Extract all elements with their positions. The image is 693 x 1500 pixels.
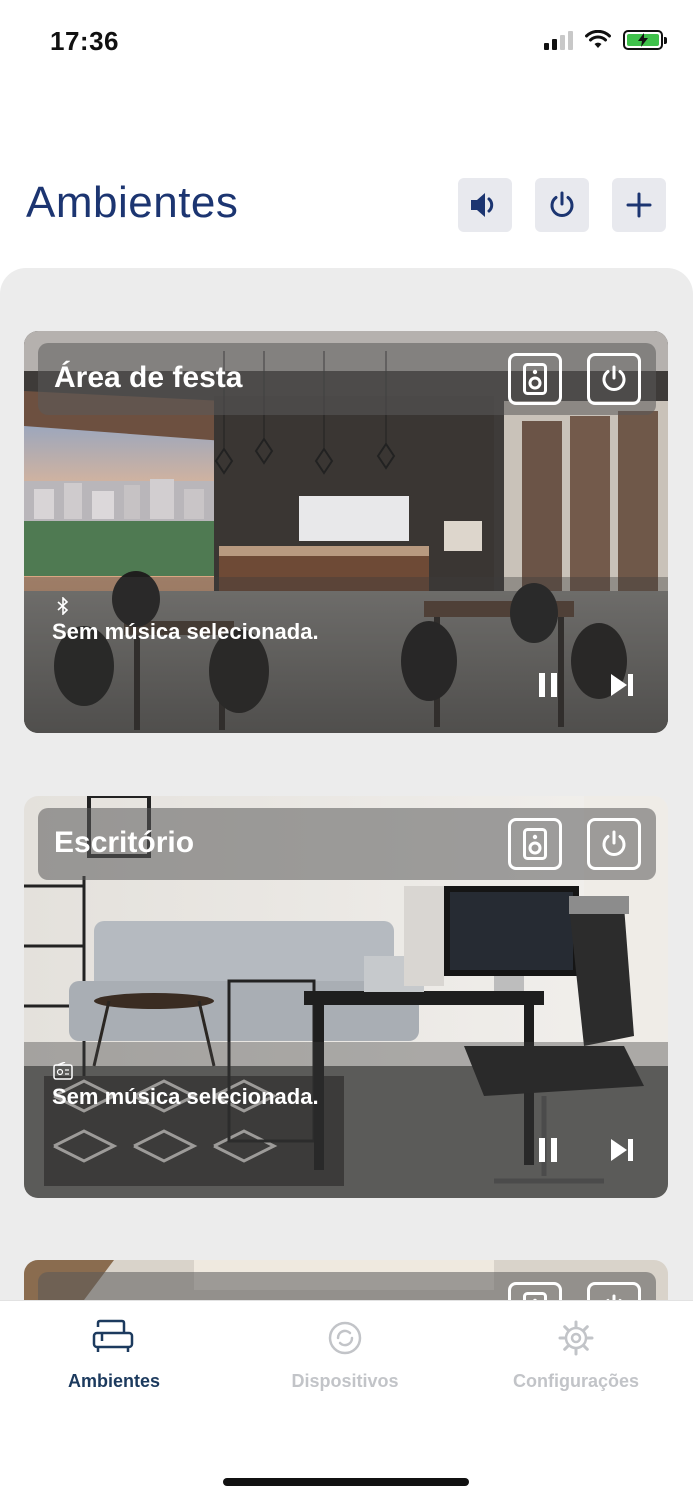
room-speaker-button[interactable] xyxy=(508,353,562,405)
next-track-button[interactable] xyxy=(604,1132,640,1168)
page-title: Ambientes xyxy=(26,178,239,227)
app-screen: 17:36 Ambientes Área de festa Sem música… xyxy=(0,0,693,1500)
pause-icon xyxy=(539,673,557,697)
tab-dispositivos[interactable]: Dispositivos xyxy=(245,1319,445,1399)
power-icon xyxy=(602,830,626,856)
skip-next-icon xyxy=(611,1139,633,1161)
power-all-button[interactable] xyxy=(535,178,589,232)
home-indicator[interactable] xyxy=(223,1478,469,1486)
speaker-volume-icon xyxy=(471,193,494,217)
pause-button[interactable] xyxy=(530,667,566,703)
add-room-button[interactable] xyxy=(612,178,666,232)
room-power-button[interactable] xyxy=(587,353,641,405)
tab-label: Ambientes xyxy=(67,1371,161,1391)
status-icons xyxy=(544,30,667,50)
tab-configuracoes[interactable]: Configurações xyxy=(476,1319,676,1399)
room-name: Escritório xyxy=(54,826,195,859)
room-card[interactable]: Escritório Sem música selecionada. xyxy=(24,796,668,1198)
room-card[interactable]: Área de festa Sem música selecionada. xyxy=(24,331,668,733)
power-icon xyxy=(606,1294,622,1300)
room-speaker-button[interactable] xyxy=(508,818,562,870)
room-card[interactable] xyxy=(24,1260,668,1300)
battery-charging-icon xyxy=(623,30,667,50)
speaker-icon xyxy=(523,363,547,395)
status-time: 17:36 xyxy=(50,26,119,56)
volume-button[interactable] xyxy=(458,178,512,232)
room-speaker-button[interactable] xyxy=(508,1282,562,1300)
player-bar: Sem música selecionada. xyxy=(24,577,668,733)
speaker-icon xyxy=(523,1292,547,1300)
sofa-icon xyxy=(92,1319,134,1352)
now-playing-text: Sem música selecionada. xyxy=(52,1084,319,1109)
tab-label: Configurações xyxy=(512,1371,640,1391)
rooms-list[interactable]: Área de festa Sem música selecionada. Es… xyxy=(0,268,693,1300)
bottom-tab-bar: Ambientes Dispositivos Configurações xyxy=(0,1300,693,1500)
cellular-signal-icon xyxy=(544,30,573,50)
room-header-bar xyxy=(38,1272,656,1300)
radio-source-icon xyxy=(52,1060,74,1082)
player-bar: Sem música selecionada. xyxy=(24,1042,668,1198)
device-icon xyxy=(328,1321,362,1355)
room-header-bar: Escritório xyxy=(38,808,656,880)
plus-icon xyxy=(626,192,652,218)
speaker-icon xyxy=(523,828,547,860)
pause-button[interactable] xyxy=(530,1132,566,1168)
room-header-bar: Área de festa xyxy=(38,343,656,415)
pause-icon xyxy=(539,1138,557,1162)
room-name: Área de festa xyxy=(54,361,243,394)
skip-next-icon xyxy=(611,674,633,696)
room-power-button[interactable] xyxy=(587,818,641,870)
next-track-button[interactable] xyxy=(604,667,640,703)
now-playing-text: Sem música selecionada. xyxy=(52,619,319,644)
page-header: Ambientes xyxy=(0,170,693,240)
tab-ambientes[interactable]: Ambientes xyxy=(14,1319,214,1399)
wifi-icon xyxy=(585,30,611,48)
gear-icon xyxy=(558,1320,594,1356)
power-icon xyxy=(602,365,626,391)
room-power-button[interactable] xyxy=(587,1282,641,1300)
power-icon xyxy=(550,191,574,217)
status-bar: 17:36 xyxy=(0,0,693,90)
bluetooth-icon xyxy=(52,595,74,617)
tab-label: Dispositivos xyxy=(291,1371,399,1391)
